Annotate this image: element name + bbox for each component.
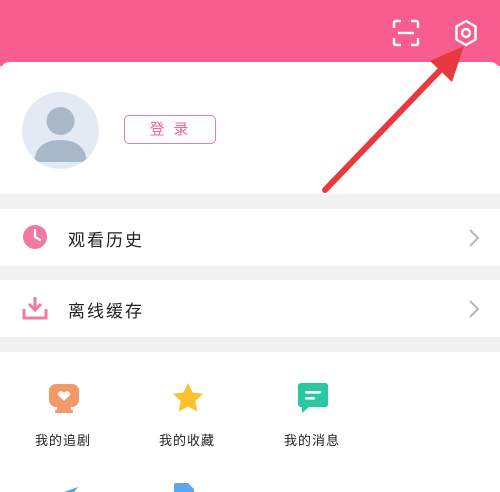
chevron-right-icon	[464, 298, 484, 320]
shortcut-label: 我的消息	[283, 434, 340, 449]
chevron-right-icon	[464, 227, 484, 249]
profile-page: 登 录 观看历史 离线缓存 我的追剧 我的收藏 我的消息	[0, 0, 500, 492]
tv-heart-icon	[48, 382, 80, 414]
menu-item-label: 离线缓存	[68, 302, 144, 322]
star-icon	[172, 382, 204, 414]
profile-card: 登 录	[0, 62, 500, 194]
default-avatar[interactable]	[22, 92, 99, 169]
shortcut-label: 我的追剧	[34, 434, 91, 449]
gear-icon[interactable]	[450, 17, 482, 49]
shortcut-label: 我的收藏	[158, 434, 215, 449]
download-icon	[22, 295, 48, 321]
menu-item-label: 观看历史	[68, 231, 144, 251]
shortcut-my-favorites[interactable]: 我的收藏	[142, 352, 232, 449]
paper-plane-icon	[50, 482, 78, 492]
scan-icon[interactable]	[390, 17, 422, 49]
shortcut-grid: 我的追剧 我的收藏 我的消息	[0, 352, 500, 492]
file-icon	[170, 480, 198, 492]
login-button[interactable]: 登 录	[124, 115, 216, 144]
menu-item-offline-cache[interactable]: 离线缓存	[0, 280, 500, 337]
menu-item-watch-history[interactable]: 观看历史	[0, 209, 500, 266]
top-header	[0, 0, 500, 66]
clock-icon	[22, 224, 48, 250]
message-icon	[297, 382, 329, 414]
shortcut-my-messages[interactable]: 我的消息	[267, 352, 357, 449]
shortcut-my-series[interactable]: 我的追剧	[18, 352, 108, 449]
